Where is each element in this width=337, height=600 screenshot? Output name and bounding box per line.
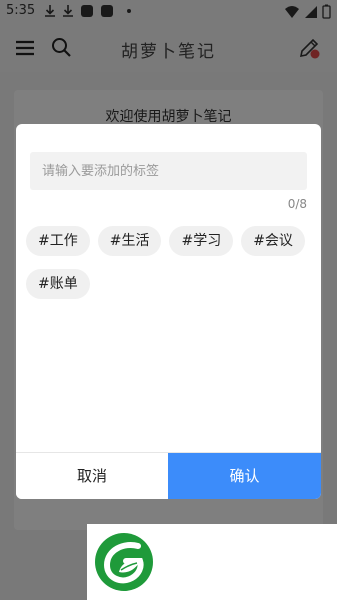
tag-list: #工作 #生活 #学习 #会议 #账单 [26, 226, 311, 299]
tag-chip-life[interactable]: #生活 [97, 226, 162, 256]
app-logo-icon [95, 533, 153, 591]
char-counter: 0/8 [287, 197, 307, 211]
cancel-button[interactable]: 取消 [16, 453, 168, 499]
confirm-button[interactable]: 确认 [168, 453, 321, 499]
tag-input[interactable] [30, 152, 307, 190]
tag-chip-bill[interactable]: #账单 [26, 269, 90, 299]
logo-area [87, 524, 337, 600]
tag-chip-study[interactable]: #学习 [169, 226, 234, 256]
tag-chip-meeting[interactable]: #会议 [241, 226, 305, 256]
add-tag-dialog: 0/8 #工作 #生活 #学习 #会议 #账单 取消 确认 [16, 124, 321, 499]
tag-chip-work[interactable]: #工作 [26, 226, 90, 256]
